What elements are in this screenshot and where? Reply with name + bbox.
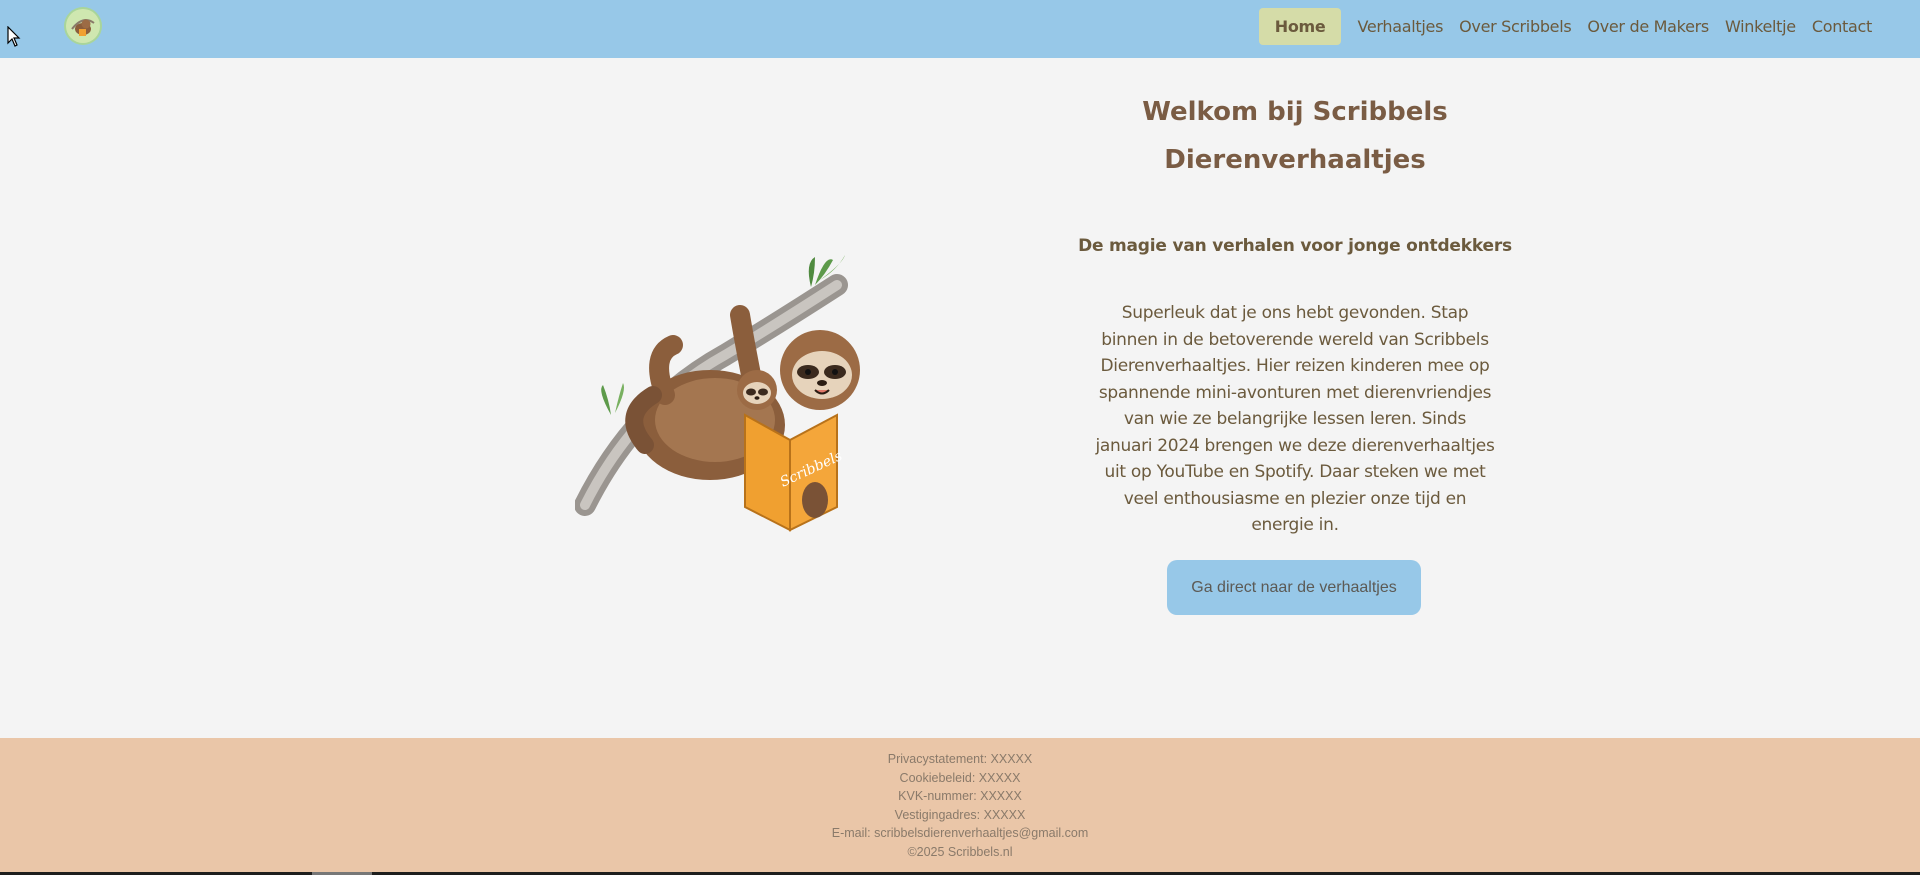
nav-winkeltje[interactable]: Winkeltje [1717,8,1804,45]
nav-over-scribbels[interactable]: Over Scribbels [1451,8,1579,45]
footer-copyright: ©2025 Scribbels.nl [907,844,1013,859]
sloth-reading-book-icon: Scribbels [575,255,860,532]
footer: Privacystatement: XXXXX Cookiebeleid: XX… [0,738,1920,872]
footer-cookies[interactable]: Cookiebeleid: XXXXX [0,769,1920,788]
nav-home[interactable]: Home [1258,8,1342,45]
intro-paragraph: Superleuk dat je ons hebt gevonden. Stap… [1095,303,1495,535]
page-subtitle: De magie van verhalen voor jonge ontdekk… [1078,236,1512,256]
top-navbar: Home Verhaaltjes Over Scribbels Over de … [0,0,1920,58]
main-nav: Home Verhaaltjes Over Scribbels Over de … [1258,8,1880,45]
nav-over-de-makers[interactable]: Over de Makers [1579,8,1717,45]
mouse-cursor-icon [7,26,21,47]
sloth-logo-icon[interactable] [66,9,100,43]
footer-privacy[interactable]: Privacystatement: XXXXX [0,750,1920,769]
title-line-2: Dierenverhaaltjes [1164,145,1426,175]
title-line-1: Welkom bij Scribbels [1142,97,1448,127]
footer-email[interactable]: E-mail: scribbelsdierenverhaaltjes@gmail… [0,824,1920,843]
page: Home Verhaaltjes Over Scribbels Over de … [0,0,1920,875]
footer-info: Privacystatement: XXXXX Cookiebeleid: XX… [0,750,1920,861]
nav-verhaaltjes[interactable]: Verhaaltjes [1349,8,1451,45]
page-title: Welkom bij Scribbels Dierenverhaaltjes [1010,88,1580,184]
footer-kvk: KVK-nummer: XXXXX [898,789,1022,803]
go-to-stories-button[interactable]: Ga direct naar de verhaaltjes [1167,560,1421,615]
nav-contact[interactable]: Contact [1804,8,1880,45]
footer-address: Vestigingadres: XXXXX [894,807,1026,822]
